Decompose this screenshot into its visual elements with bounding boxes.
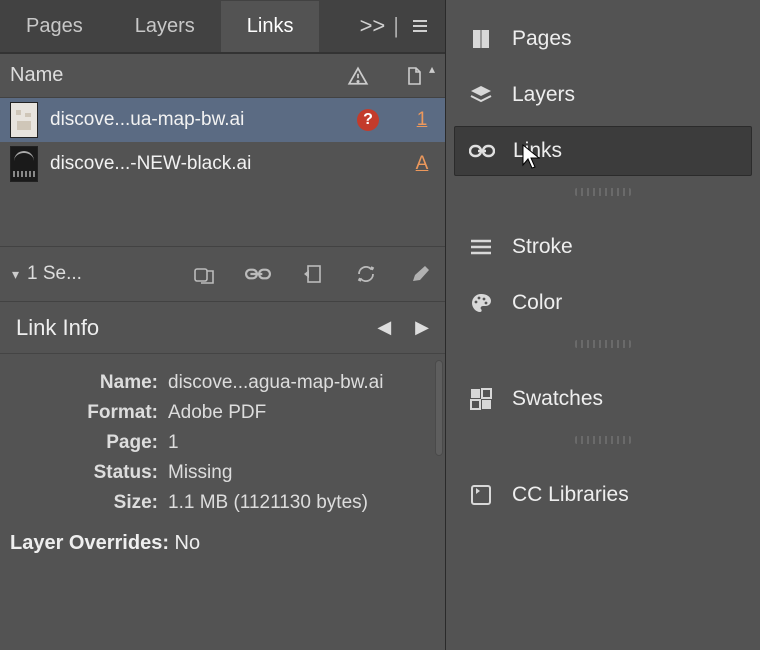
stroke-icon: [468, 235, 494, 259]
panel-links[interactable]: Links: [454, 126, 752, 176]
separator: |: [393, 13, 399, 39]
panel-cc-libraries[interactable]: CC Libraries: [454, 470, 752, 520]
next-link-icon[interactable]: ▶: [415, 317, 429, 338]
link-count[interactable]: A: [409, 153, 435, 175]
info-page-value: 1: [164, 432, 179, 454]
panel-dock: Pages Layers Links Stroke Color Swatches: [446, 0, 760, 650]
selection-count-label: 1 Se...: [27, 263, 82, 285]
panel-layers-label: Layers: [512, 83, 575, 107]
info-size-value: 1.1 MB (1121130 bytes): [164, 492, 368, 514]
tab-overflow-button[interactable]: >>: [360, 13, 386, 39]
info-format-value: Adobe PDF: [164, 402, 266, 424]
link-thumbnail: [10, 146, 38, 182]
link-thumbnail: [10, 102, 38, 138]
panel-tab-bar: Pages Layers Links >> |: [0, 0, 445, 54]
link-filename: discove...-NEW-black.ai: [50, 153, 345, 175]
info-page-key: Page:: [10, 432, 164, 454]
panel-pages-label: Pages: [512, 27, 572, 51]
relink-icon[interactable]: [191, 262, 217, 286]
swatches-icon: [468, 387, 494, 411]
pages-icon: [468, 27, 494, 51]
panel-menu-icon[interactable]: [407, 14, 433, 38]
info-format-key: Format:: [10, 402, 164, 424]
links-list: discove...ua-map-bw.ai ? 1 discove...-NE…: [0, 98, 445, 186]
layers-icon: [468, 83, 494, 107]
page-column-icon[interactable]: ▴: [401, 64, 427, 88]
missing-badge-icon: ?: [357, 109, 379, 131]
panel-group-grip[interactable]: [575, 340, 631, 348]
chevron-down-icon[interactable]: ▾: [12, 266, 19, 283]
panel-color-label: Color: [512, 291, 562, 315]
prev-link-icon[interactable]: ◀: [377, 317, 391, 338]
warning-column-icon[interactable]: [345, 64, 371, 88]
info-layeroverrides-value: No: [175, 532, 201, 554]
color-icon: [468, 291, 494, 315]
info-size-key: Size:: [10, 492, 164, 514]
panel-group-grip[interactable]: [575, 436, 631, 444]
tab-pages[interactable]: Pages: [0, 1, 109, 52]
panel-stroke[interactable]: Stroke: [454, 222, 752, 272]
info-layeroverrides-key: Layer Overrides:: [10, 532, 169, 554]
update-link-icon[interactable]: [353, 262, 379, 286]
link-count[interactable]: 1: [409, 109, 435, 131]
link-row[interactable]: discove...ua-map-bw.ai ? 1: [0, 98, 445, 142]
link-icon[interactable]: [245, 262, 271, 286]
column-name-label: Name: [10, 64, 63, 87]
info-status-key: Status:: [10, 462, 164, 484]
links-toolbar: ▾ 1 Se...: [0, 246, 445, 302]
links-icon: [469, 139, 495, 163]
info-name-value: discove...agua-map-bw.ai: [164, 372, 383, 394]
panel-color[interactable]: Color: [454, 278, 752, 328]
link-row[interactable]: discove...-NEW-black.ai A: [0, 142, 445, 186]
edit-original-icon[interactable]: [407, 262, 433, 286]
tab-layers[interactable]: Layers: [109, 1, 221, 52]
panel-swatches[interactable]: Swatches: [454, 374, 752, 424]
link-filename: discove...ua-map-bw.ai: [50, 109, 345, 131]
links-column-header: Name ▴: [0, 54, 445, 98]
goto-link-icon[interactable]: [299, 262, 325, 286]
cc-libraries-icon: [468, 483, 494, 507]
panel-swatches-label: Swatches: [512, 387, 603, 411]
tab-links[interactable]: Links: [221, 1, 320, 52]
panel-stroke-label: Stroke: [512, 235, 573, 259]
panel-links-label: Links: [513, 139, 562, 163]
panel-pages[interactable]: Pages: [454, 14, 752, 64]
panel-layers[interactable]: Layers: [454, 70, 752, 120]
info-name-key: Name:: [10, 372, 164, 394]
link-info-body: Name:discove...agua-map-bw.ai Format:Ado…: [0, 354, 445, 650]
link-info-header: Link Info ◀ ▶: [0, 302, 445, 354]
panel-cclibs-label: CC Libraries: [512, 483, 629, 507]
link-info-heading: Link Info: [16, 315, 99, 341]
scrollbar-thumb[interactable]: [435, 360, 443, 456]
info-status-value: Missing: [164, 462, 232, 484]
panel-group-grip[interactable]: [575, 188, 631, 196]
